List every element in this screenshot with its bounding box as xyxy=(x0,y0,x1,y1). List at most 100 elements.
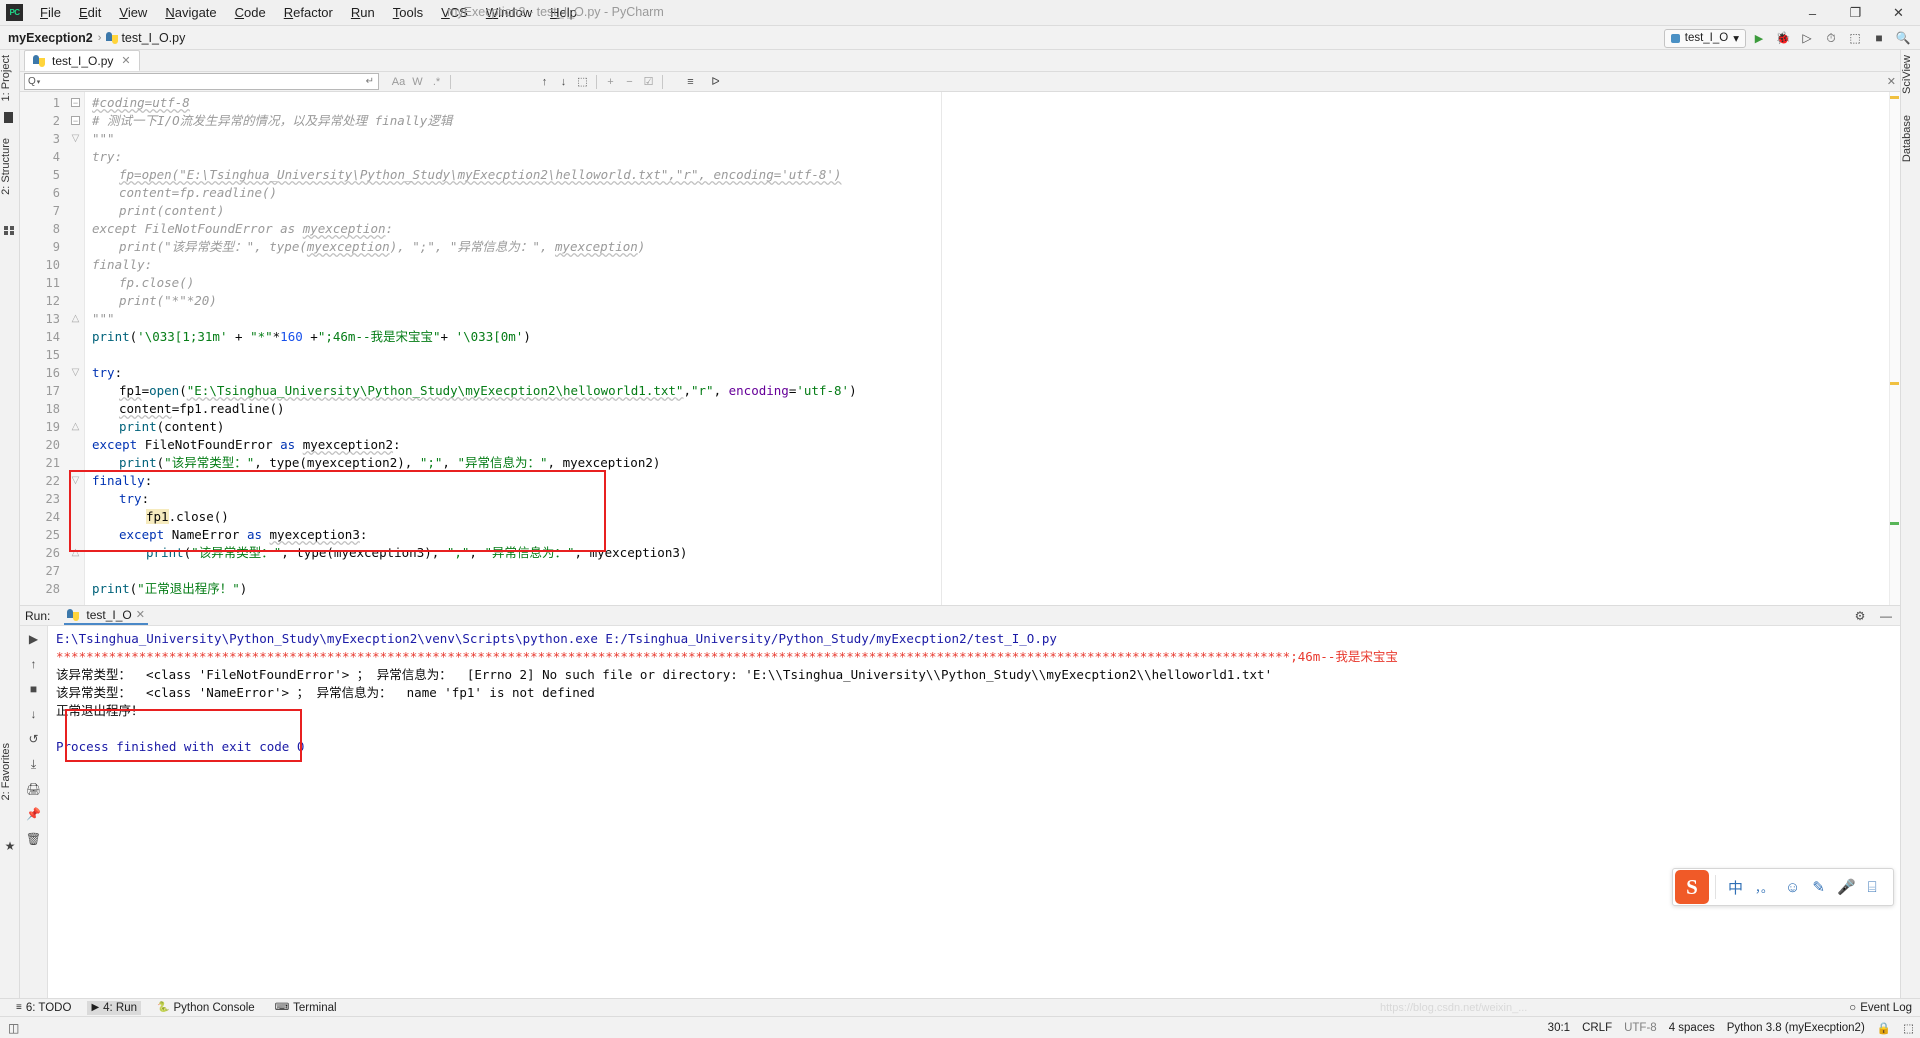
hide-panel-icon[interactable]: — xyxy=(1876,607,1896,625)
clear-all-button[interactable]: 🗑 xyxy=(24,830,44,848)
tool-window-run[interactable]: ▶ 4: Run xyxy=(87,1000,142,1015)
close-button[interactable]: ✕ xyxy=(1877,0,1920,26)
toggle-tool-windows-icon[interactable]: ◫ xyxy=(8,1021,19,1035)
search-everywhere-icon[interactable]: 🔍 xyxy=(1892,27,1914,49)
python-interpreter[interactable]: Python 3.8 (myExecption2) xyxy=(1727,1022,1865,1034)
fold-region-start-icon[interactable]: ▽ xyxy=(71,134,80,144)
code-line[interactable]: finally: xyxy=(92,256,152,274)
event-log-label[interactable]: Event Log xyxy=(1860,1002,1912,1014)
code-line[interactable]: print('\033[1;31m' + "*"*160 +";46m--我是宋… xyxy=(92,328,531,346)
code-line[interactable]: fp=open("E:\Tsinghua_University\Python_S… xyxy=(92,166,841,184)
up-stack-button[interactable]: ↑ xyxy=(24,655,44,673)
ime-pen-icon[interactable]: ✎ xyxy=(1812,878,1825,896)
file-encoding[interactable]: UTF-8 xyxy=(1624,1022,1657,1034)
ime-mic-icon[interactable]: 🎤 xyxy=(1837,878,1856,896)
chevron-down-icon[interactable]: ▾ xyxy=(37,78,41,86)
menu-item-run[interactable]: Run xyxy=(342,2,384,23)
sidebar-item-database[interactable]: Database xyxy=(1901,112,1920,165)
close-icon[interactable]: ✕ xyxy=(136,608,145,621)
menu-item-view[interactable]: View xyxy=(110,2,156,23)
tool-window-todo[interactable]: ≡ 6: TODO xyxy=(12,1001,75,1015)
regex-toggle[interactable]: .* xyxy=(427,73,446,91)
find-previous-button[interactable]: ↑ xyxy=(535,73,554,91)
code-folding-column[interactable]: − − ▽ △ ▽ △ ▽ △ xyxy=(67,92,85,605)
menu-item-tools[interactable]: Tools xyxy=(384,2,432,23)
run-coverage-button[interactable]: ▷ xyxy=(1796,27,1818,49)
pin-tab-button[interactable]: 📌 xyxy=(24,805,44,823)
code-line[interactable]: """ xyxy=(92,130,115,148)
gear-icon[interactable]: ⚙ xyxy=(1850,607,1870,625)
code-line[interactable]: print(content) xyxy=(92,418,224,436)
code-line[interactable]: content=fp.readline() xyxy=(92,184,277,202)
scroll-to-end-button[interactable]: ⤓ xyxy=(24,755,44,773)
lock-icon[interactable]: 🔒 xyxy=(1877,1021,1891,1035)
close-icon[interactable]: ✕ xyxy=(121,54,130,67)
stop-button[interactable]: ■ xyxy=(24,680,44,698)
ime-toolbox-icon[interactable]: ⌸ xyxy=(1868,879,1877,896)
code-line[interactable]: finally: xyxy=(92,472,152,490)
code-line[interactable]: """ xyxy=(92,310,115,328)
menu-item-code[interactable]: Code xyxy=(226,2,275,23)
code-line[interactable]: try: xyxy=(92,364,122,382)
profile-button[interactable]: ⏱ xyxy=(1820,27,1842,49)
run-button[interactable]: ▶ xyxy=(1748,27,1770,49)
code-content[interactable]: #coding=utf-8 # 测试一下I/O流发生异常的情况，以及异常处理 fi… xyxy=(85,92,1900,605)
code-line[interactable]: try: xyxy=(92,148,122,166)
search-input[interactable]: Q ▾ ↵ xyxy=(24,73,379,90)
fold-collapse-icon[interactable]: − xyxy=(71,98,80,108)
code-line[interactable]: #coding=utf-8 xyxy=(92,94,190,112)
code-line[interactable]: print("该异常类型：", type(myexception), ";", … xyxy=(92,238,645,256)
fold-region-start-icon[interactable]: ▽ xyxy=(71,368,80,378)
breadcrumb-file[interactable]: test_I_O.py xyxy=(121,31,185,45)
code-line[interactable]: print("*"*20) xyxy=(92,292,217,310)
code-line[interactable]: try: xyxy=(92,490,149,508)
add-occurrence-button[interactable]: + xyxy=(601,73,620,91)
grid-icon[interactable] xyxy=(4,225,16,237)
code-line[interactable]: except FileNotFoundError as myexception: xyxy=(92,220,393,238)
code-editor[interactable]: 1 2 3 4 5 6 7 8 9 10 11 12 13 14 15 16 17 18 19 20 21 22 23 24 2… xyxy=(20,92,1900,605)
info-marker[interactable] xyxy=(1890,522,1899,525)
caret-position[interactable]: 30:1 xyxy=(1548,1022,1570,1034)
warning-marker[interactable] xyxy=(1890,96,1899,99)
code-line[interactable]: fp1=open("E:\Tsinghua_University\Python_… xyxy=(92,382,857,400)
fold-region-end-icon[interactable]: △ xyxy=(71,314,80,324)
console-output[interactable]: E:\Tsinghua_University\Python_Study\myEx… xyxy=(48,626,1900,998)
indent-setting[interactable]: 4 spaces xyxy=(1669,1022,1715,1034)
code-line[interactable]: content=fp1.readline() xyxy=(92,400,285,418)
select-all-occurrences-button[interactable]: ⬚ xyxy=(573,73,592,91)
exclude-occurrence-button[interactable]: ☑ xyxy=(639,73,658,91)
rerun-button[interactable]: ▶ xyxy=(24,630,44,648)
code-line[interactable]: # 测试一下I/O流发生异常的情况，以及异常处理 finally逻辑 xyxy=(92,112,452,130)
fold-region-start-icon[interactable]: ▽ xyxy=(71,476,80,486)
stop-button[interactable]: ■ xyxy=(1868,27,1890,49)
sogou-logo-icon[interactable]: S xyxy=(1675,870,1709,904)
menu-item-refactor[interactable]: Refactor xyxy=(275,2,342,23)
code-line[interactable]: print("该异常类型：", type(myexception3), ";",… xyxy=(92,544,687,562)
code-line[interactable]: except FileNotFoundError as myexception2… xyxy=(92,436,401,454)
run-tab-test-i-o[interactable]: test_I_O ✕ xyxy=(64,606,148,625)
menu-item-edit[interactable]: Edit xyxy=(70,2,110,23)
debug-button[interactable]: 🐞 xyxy=(1772,27,1794,49)
star-icon[interactable]: ★ xyxy=(4,840,16,852)
match-case-toggle[interactable]: Aa xyxy=(389,73,408,91)
soft-wrap-button[interactable]: ↺ xyxy=(24,730,44,748)
warning-marker[interactable] xyxy=(1890,382,1899,385)
sidebar-item-favorites[interactable]: 2: Favorites xyxy=(0,740,20,803)
fold-collapse-icon[interactable]: − xyxy=(71,116,80,126)
filter-button[interactable]: ᐅ xyxy=(706,73,725,91)
breadcrumb-project[interactable]: myExecption2 xyxy=(8,31,93,45)
sidebar-item-project[interactable]: 1: Project xyxy=(0,52,20,104)
ime-mode-chinese[interactable]: 中 xyxy=(1728,877,1743,898)
sort-results-button[interactable]: ≡ xyxy=(681,73,700,91)
sidebar-item-structure[interactable]: 2: Structure xyxy=(0,135,20,198)
words-toggle[interactable]: W xyxy=(408,73,427,91)
tool-window-python-console[interactable]: 🐍 Python Console xyxy=(153,1001,259,1015)
find-next-button[interactable]: ↓ xyxy=(554,73,573,91)
remove-occurrence-button[interactable]: − xyxy=(620,73,639,91)
commit-icon[interactable] xyxy=(4,112,13,123)
vcs-icon[interactable]: ⬚ xyxy=(1903,1021,1914,1035)
fold-region-end-icon[interactable]: △ xyxy=(71,548,80,558)
attach-process-button[interactable]: ⬚ xyxy=(1844,27,1866,49)
tab-test-i-o-py[interactable]: test_I_O.py ✕ xyxy=(24,50,140,71)
event-log-area[interactable]: ○ Event Log xyxy=(1849,1002,1912,1014)
